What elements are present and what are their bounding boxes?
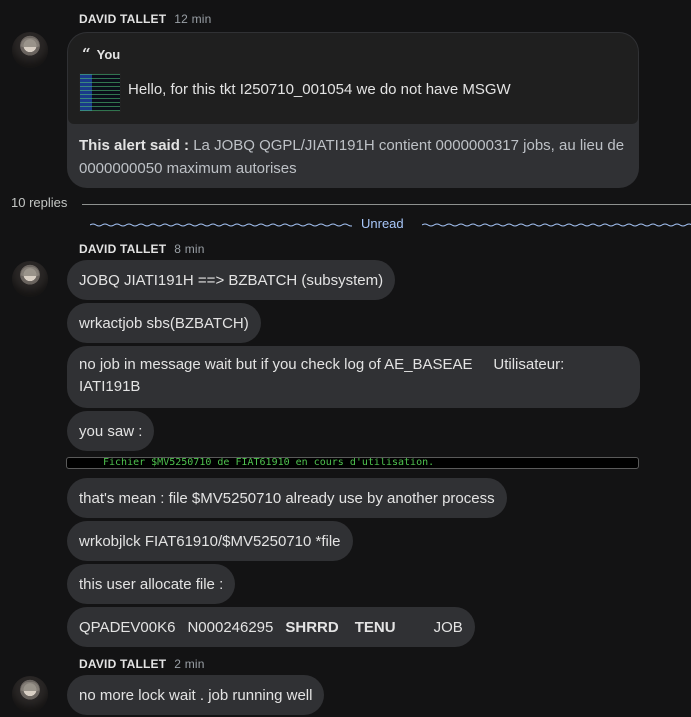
quote-icon: “ bbox=[82, 45, 91, 63]
message-bubble[interactable]: this user allocate file : bbox=[67, 564, 236, 604]
quote-author: “ You bbox=[82, 45, 120, 63]
message-text: this user allocate file : bbox=[79, 575, 224, 593]
sender-label: DAVID TALLET bbox=[79, 657, 167, 671]
lock-job-name: QPADEV00K6 bbox=[79, 618, 176, 636]
message-bubble[interactable]: no more lock wait . job running well bbox=[67, 675, 325, 715]
sender-name: DAVID TALLET 12 min bbox=[79, 12, 212, 26]
wavy-line-left bbox=[90, 223, 352, 227]
message-text: wrkactjob sbs(BZBATCH) bbox=[79, 314, 249, 332]
quote-author-label: You bbox=[96, 47, 121, 62]
message-text: no job in message wait but if you check … bbox=[79, 356, 569, 395]
replies-divider bbox=[82, 204, 691, 205]
lock-status: TENU bbox=[354, 618, 396, 636]
message-time: 2 min bbox=[174, 657, 205, 671]
lock-row-message-bubble[interactable]: QPADEV00K6 N000246295 SHRRD TENU JOB bbox=[67, 607, 475, 647]
sender-label: DAVID TALLET bbox=[79, 242, 167, 256]
sender-name: DAVID TALLET 8 min bbox=[79, 242, 205, 256]
quote-block[interactable] bbox=[68, 33, 638, 124]
message-text: wrkobjlck FIAT61910/$MV5250710 *file bbox=[79, 532, 341, 550]
replies-count[interactable]: 10 replies bbox=[11, 195, 67, 210]
unread-divider: Unread bbox=[60, 212, 691, 234]
lock-job-number: N000246295 bbox=[187, 618, 274, 636]
message-text: you saw : bbox=[79, 422, 143, 440]
message-text: that's mean : file $MV5250710 already us… bbox=[79, 489, 495, 507]
log-screenshot-image[interactable]: Fichier $MV5250710 de FIAT61910 en cours… bbox=[66, 457, 639, 469]
message-bubble[interactable]: wrkactjob sbs(BZBATCH) bbox=[67, 303, 261, 343]
alert-text: This alert said : La JOBQ QGPL/JIATI191H… bbox=[79, 134, 629, 180]
message-text: no more lock wait . job running well bbox=[79, 686, 313, 704]
message-bubble[interactable]: that's mean : file $MV5250710 already us… bbox=[67, 478, 507, 518]
lock-scope: JOB bbox=[433, 618, 463, 636]
log-screenshot-text: Fichier $MV5250710 de FIAT61910 en cours… bbox=[103, 457, 435, 468]
avatar[interactable] bbox=[12, 261, 48, 297]
message-bubble[interactable]: no job in message wait but if you check … bbox=[67, 346, 640, 408]
quote-text: Hello, for this tkt I250710_001054 we do… bbox=[128, 81, 511, 98]
quote-thumbnail-image[interactable] bbox=[79, 73, 121, 112]
sender-label: DAVID TALLET bbox=[79, 12, 167, 26]
message-bubble[interactable]: JOBQ JIATI191H ==> BZBATCH (subsystem) bbox=[67, 260, 396, 300]
message-text: JOBQ JIATI191H ==> BZBATCH (subsystem) bbox=[79, 271, 384, 289]
alert-prefix: This alert said : bbox=[79, 137, 190, 154]
unread-label: Unread bbox=[361, 216, 404, 231]
avatar[interactable] bbox=[12, 32, 48, 68]
message-bubble[interactable]: you saw : bbox=[67, 411, 155, 451]
lock-type: SHRRD bbox=[285, 618, 339, 636]
message-time: 12 min bbox=[174, 12, 212, 26]
message-time: 8 min bbox=[174, 242, 205, 256]
avatar[interactable] bbox=[12, 676, 48, 712]
sender-name: DAVID TALLET 2 min bbox=[79, 657, 205, 671]
wavy-line-right bbox=[422, 223, 691, 227]
message-bubble[interactable]: wrkobjlck FIAT61910/$MV5250710 *file bbox=[67, 521, 353, 561]
